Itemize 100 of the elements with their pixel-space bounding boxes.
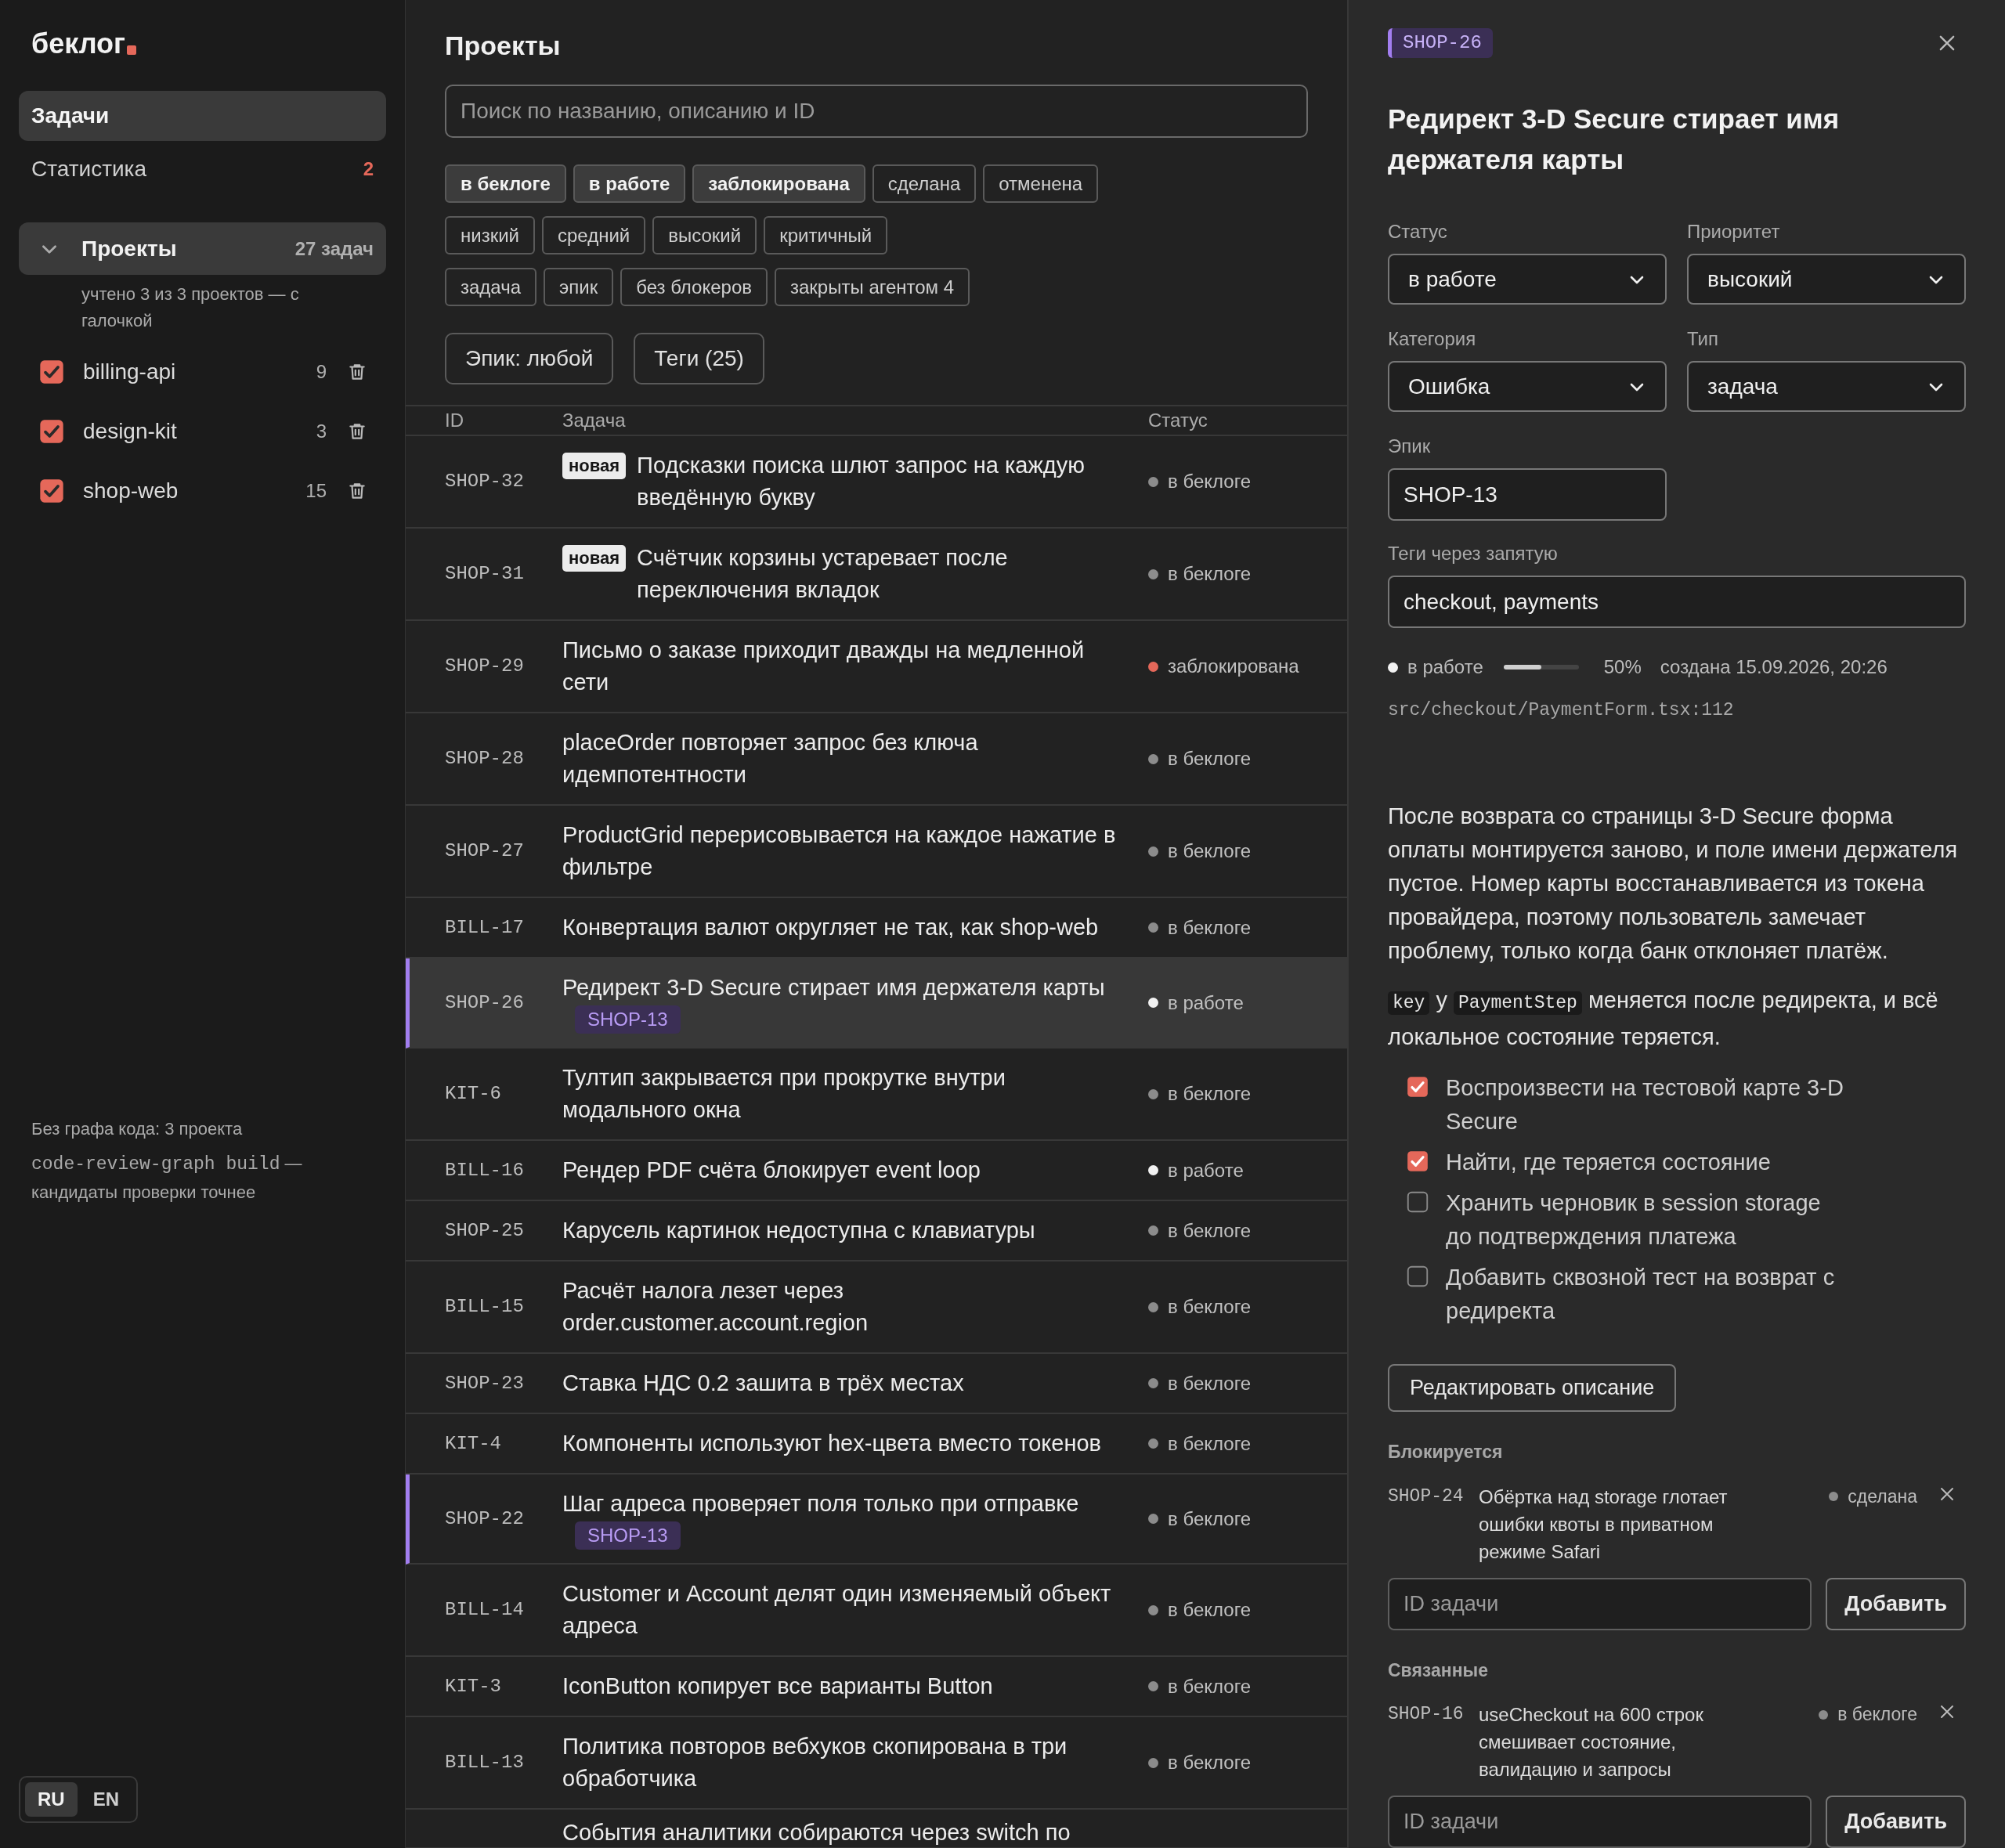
filter-chip[interactable]: отменена <box>983 164 1099 203</box>
field-label: Приоритет <box>1687 220 1781 244</box>
checkbox[interactable] <box>1407 1150 1429 1172</box>
filter-chip[interactable]: эпик <box>544 268 614 306</box>
task-title: Расчёт налога лезет через order.customer.account.region <box>562 1277 869 1337</box>
table-row[interactable]: BILL-14 Customer и Account делят один изменяемый объект адреса в беклоге <box>406 1565 1347 1657</box>
add-button[interactable]: Добавить <box>1826 1577 1966 1630</box>
filter-chip[interactable]: закрыты агентом 4 <box>775 268 970 306</box>
task-id: BILL-13 <box>445 1751 525 1774</box>
search-field[interactable]: Поиск по названию, описанию и ID <box>445 85 1308 138</box>
progress-percent: 50% <box>1603 655 1642 679</box>
epic-field[interactable]: SHOP-13 <box>1388 468 1667 521</box>
table-row[interactable]: SHOP-25 Карусель картинок недоступна с клавиатуры в беклоге <box>406 1201 1347 1261</box>
task-title: Политика повторов вебхуков скопирована в три обработчика <box>562 1733 1068 1792</box>
table-row[interactable]: SHOP-27 ProductGrid перерисовывается на каждое нажатие в фильтре в беклоге <box>406 806 1347 898</box>
table-row[interactable]: SHOP-26 Редирект 3-D Secure стирает имя держателя карты SHOP-13 в работе <box>406 958 1347 1049</box>
task-title: placeOrder повторяет запрос без ключа идемпотентности <box>562 729 979 789</box>
checkbox[interactable] <box>39 478 64 504</box>
edit-description-button[interactable]: Редактировать описание <box>1388 1363 1677 1412</box>
select-field[interactable]: в работе <box>1388 254 1667 305</box>
project-count: 3 <box>316 420 327 443</box>
select-field[interactable]: высокий <box>1687 254 1966 305</box>
table-row[interactable]: BILL-16 Рендер PDF счёта блокирует event loop в работе <box>406 1141 1347 1201</box>
field-label: Тип <box>1687 327 1719 351</box>
checklist-label: Хранить черновик в session storage до подтверждения платежа <box>1446 1189 1822 1251</box>
table-row[interactable]: SHOP-22 Шаг адреса проверяет поля только при отправке SHOP-13 в беклоге <box>406 1474 1347 1565</box>
tags-field[interactable]: checkout, payments <box>1388 576 1966 628</box>
task-title: Конвертация валют округляет не так, как shop-web <box>562 914 1099 941</box>
table-row[interactable]: KIT-6 Тултип закрывается при прокрутке внутри модального окна в беклоге <box>406 1049 1347 1141</box>
checkbox[interactable] <box>1407 1265 1429 1287</box>
table-row[interactable]: SHOP-29 Письмо о заказе приходит дважды на медленной сети заблокирована <box>406 621 1347 713</box>
source-path: src/checkout/PaymentForm.tsx:112 <box>1388 699 1735 722</box>
filter-chip[interactable]: без блокеров <box>620 268 768 306</box>
checkbox[interactable] <box>39 359 64 384</box>
task-id: SHOP-31 <box>445 562 525 586</box>
status-label: в беклоге <box>1168 1674 1252 1698</box>
task-title: Компоненты используют hex-цвета вместо токенов <box>562 1430 1101 1457</box>
status-label: в беклоге <box>1837 1703 1917 1727</box>
project-count: 9 <box>316 360 327 384</box>
nav-item[interactable]: Задачи <box>19 91 386 141</box>
detail-title: Редирект 3-D Secure стирает имя держателя карты <box>1388 103 1841 176</box>
filter-chip[interactable]: заблокирована <box>692 164 865 203</box>
task-title: IconButton копирует все варианты Button <box>562 1673 993 1700</box>
graph-note-text: code-review-graph build — кандидаты проверки точнее <box>31 1153 303 1204</box>
epic-tag: SHOP-13 <box>575 1005 681 1034</box>
checkbox[interactable] <box>1407 1190 1429 1213</box>
filter-chip[interactable]: задача <box>445 268 537 306</box>
checkbox[interactable] <box>39 419 64 444</box>
filter-chip[interactable]: низкий <box>445 216 535 254</box>
table-row[interactable]: BILL-15 Расчёт налога лезет через order.customer.account.region в беклоге <box>406 1261 1347 1354</box>
table-row[interactable]: KIT-4 Компоненты используют hex-цвета вместо токенов в беклоге <box>406 1414 1347 1474</box>
section-title: Связанные <box>1388 1659 1489 1682</box>
table-row[interactable]: SHOP-23 Ставка НДС 0.2 зашита в трёх местах в беклоге <box>406 1354 1347 1414</box>
language-button[interactable]: RU <box>25 1782 78 1817</box>
task-id: KIT-4 <box>445 1431 502 1456</box>
task-title: Рендер PDF счёта блокирует event loop <box>562 1157 981 1184</box>
task-id: SHOP-23 <box>445 1371 525 1395</box>
status-label: в беклоге <box>1168 1082 1252 1106</box>
project-name: design-kit <box>83 418 177 445</box>
status-label: в беклоге <box>1168 1218 1252 1243</box>
task-id-field[interactable]: ID задачи <box>1388 1577 1812 1630</box>
field-label: Теги через запятую <box>1388 542 1559 565</box>
table-row[interactable]: SHOP-31 новая Счётчик корзины устаревает после переключения вкладок в беклоге <box>406 529 1347 621</box>
status-label: в беклоге <box>1168 747 1252 771</box>
filter-dropdown-button[interactable]: Эпик: любой <box>445 333 614 384</box>
table-row[interactable]: KIT-3 IconButton копирует все варианты Button в беклоге <box>406 1657 1347 1717</box>
nav-item[interactable]: Статистика 2 <box>19 144 386 194</box>
filter-chip[interactable]: высокий <box>652 216 757 254</box>
column-header: Статус <box>1148 409 1208 432</box>
add-button[interactable]: Добавить <box>1826 1796 1966 1848</box>
filter-chip[interactable]: сделана <box>872 164 977 203</box>
filter-dropdown-button[interactable]: Теги (25) <box>634 333 764 384</box>
select-field[interactable]: задача <box>1687 361 1966 412</box>
page-title: Проекты <box>445 30 562 62</box>
nav-label: Задачи <box>31 103 110 129</box>
task-title: Обёртка над storage глотает ошибки квоты в приватном режиме Safari <box>1479 1485 1729 1564</box>
group-count: 27 задач <box>294 236 374 261</box>
project-name: shop-web <box>83 478 179 504</box>
filter-chip[interactable]: в работе <box>573 164 686 203</box>
status-label: в беклоге <box>1168 1431 1252 1456</box>
new-badge: новая <box>562 545 627 572</box>
select-field[interactable]: Ошибка <box>1388 361 1667 412</box>
projects-group-header[interactable]: Проекты 27 задач <box>19 222 386 275</box>
task-title: Шаг адреса проверяет поля только при отправке <box>562 1490 1079 1518</box>
language-button[interactable]: EN <box>80 1782 132 1817</box>
task-title: Письмо о заказе приходит дважды на медленной сети <box>562 637 1086 696</box>
table-row[interactable]: SHOP-32 новая Подсказки поиска шлют запрос на каждую введённую букву в беклоге <box>406 436 1347 529</box>
project-name: billing-api <box>83 359 176 385</box>
filter-chip[interactable]: в беклоге <box>445 164 566 203</box>
status-label: в беклоге <box>1168 1295 1252 1319</box>
status-label: в работе <box>1407 655 1483 679</box>
checkbox[interactable] <box>1407 1075 1429 1098</box>
filter-chip[interactable]: критичный <box>764 216 888 254</box>
table-row[interactable]: BILL-13 Политика повторов вебхуков скопирована в три обработчика в беклоге <box>406 1717 1347 1810</box>
table-row[interactable]: SHOP-28 placeOrder повторяет запрос без ключа идемпотентности в беклоге <box>406 713 1347 806</box>
task-id: SHOP-24 <box>1388 1485 1465 1508</box>
checklist-label: Найти, где теряется состояние <box>1446 1148 1772 1176</box>
task-id-field[interactable]: ID задачи <box>1388 1796 1812 1848</box>
filter-chip[interactable]: средний <box>542 216 646 254</box>
status-label: в беклоге <box>1168 839 1252 863</box>
